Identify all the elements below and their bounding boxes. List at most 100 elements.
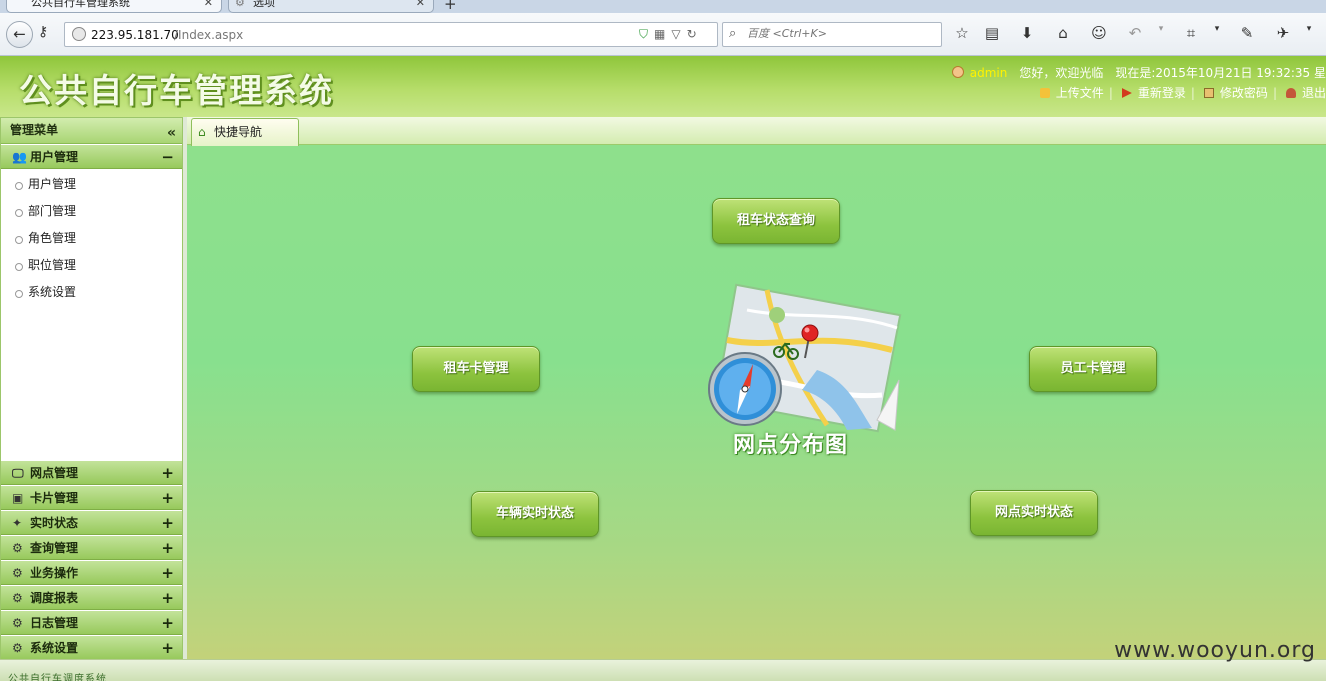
gear-icon: ⚙	[12, 566, 23, 580]
crop-menu-icon[interactable]: ▾	[1207, 24, 1227, 34]
sidebar-group-query-management[interactable]: ⚙ 查询管理 +	[1, 536, 182, 560]
chat-icon[interactable]: ☺	[1089, 24, 1109, 42]
home-icon[interactable]: ⌂	[1053, 24, 1073, 42]
app-title: 公共自行车管理系统	[19, 71, 334, 110]
station-map-label[interactable]: 网点分布图	[733, 427, 848, 459]
close-tab-icon[interactable]: ✕	[204, 0, 213, 11]
sidebar-group-log-management[interactable]: ⚙ 日志管理 +	[1, 611, 182, 635]
sidebar-item-role-management[interactable]: 角色管理	[1, 225, 182, 252]
download-icon[interactable]: ⬇	[1017, 24, 1037, 42]
address-bar[interactable]: 223.95.181.70 /Index.aspx ⛉▦▽↻	[64, 22, 718, 47]
dropdown-icon[interactable]: ▽	[671, 27, 686, 41]
play-icon	[1121, 88, 1132, 98]
globe-icon	[72, 27, 86, 41]
new-tab-button[interactable]: +	[444, 0, 457, 13]
back-button[interactable]: ←	[6, 21, 33, 48]
vehicle-realtime-status-button[interactable]: 车辆实时状态	[471, 491, 599, 537]
gear-icon: ⚙	[12, 541, 23, 555]
key-icon[interactable]: ⚷	[38, 24, 48, 40]
comment-icon[interactable]: ✎	[1237, 24, 1257, 42]
plus-icon[interactable]: +	[161, 486, 174, 510]
logout-icon	[1285, 88, 1296, 98]
sidebar-group-label: 业务操作	[30, 566, 79, 580]
upload-icon	[1039, 88, 1050, 98]
search-box[interactable]: ⌕	[722, 22, 942, 47]
plus-icon[interactable]: +	[161, 536, 174, 560]
plus-icon[interactable]: +	[161, 511, 174, 535]
sidebar-group-business-operations[interactable]: ⚙ 业务操作 +	[1, 561, 182, 585]
close-tab-icon[interactable]: ✕	[416, 0, 425, 11]
browser-tab-bar: 公共自行车管理系统 ✕ ⚙ 选项 ✕ +	[0, 0, 1326, 13]
current-datetime: 现在是:2015年10月21日 19:32:35 星	[1115, 66, 1326, 80]
gear-icon: ⚙	[235, 0, 245, 9]
plus-icon[interactable]: +	[161, 561, 174, 585]
menu-dropdown-icon[interactable]: ▾	[1299, 24, 1319, 34]
relogin-label: 重新登录	[1137, 86, 1186, 100]
station-realtime-status-button[interactable]: 网点实时状态	[970, 490, 1098, 536]
rental-status-query-button[interactable]: 租车状态查询	[712, 198, 840, 244]
sidebar-group-system-settings[interactable]: ⚙ 系统设置 +	[1, 636, 182, 660]
leaf-icon: ✦	[12, 516, 23, 530]
change-password-link[interactable]: 修改密码	[1202, 84, 1268, 101]
username: admin	[969, 66, 1008, 80]
sidebar-group-dispatch-reports[interactable]: ⚙ 调度报表 +	[1, 586, 182, 610]
logout-link[interactable]: 退出	[1284, 84, 1326, 101]
qr-code-icon[interactable]: ▦	[654, 27, 671, 41]
watermark: www.wooyun.org	[1114, 638, 1316, 663]
undo-icon[interactable]: ↶	[1125, 24, 1145, 42]
divider: |	[1108, 86, 1113, 100]
rental-card-management-button[interactable]: 租车卡管理	[412, 346, 540, 392]
gear-icon: ⚙	[12, 641, 23, 655]
header-links: 上传文件 | 重新登录 | 修改密码 | 退出	[1036, 84, 1326, 101]
sidebar-group-label: 实时状态	[30, 516, 79, 530]
change-password-label: 修改密码	[1219, 86, 1268, 100]
tab-quick-navigation[interactable]: ⌂ 快捷导航	[191, 118, 299, 146]
compass-icon	[708, 352, 782, 426]
reader-icon[interactable]: ▤	[982, 24, 1002, 42]
divider: |	[1190, 86, 1195, 100]
plus-icon[interactable]: +	[161, 636, 174, 660]
sidebar-item-user-management[interactable]: 用户管理	[1, 171, 182, 198]
sidebar-group-station-management[interactable]: 🖵 网点管理 +	[1, 461, 182, 485]
shield-icon[interactable]: ⛉	[639, 27, 654, 41]
footer-text: 公共自行车调度系统	[8, 674, 107, 681]
undo-menu-icon[interactable]: ▾	[1151, 24, 1171, 34]
plus-icon[interactable]: +	[161, 586, 174, 610]
sidebar-group-user-management[interactable]: 👥 用户管理 −	[1, 145, 182, 169]
browser-tab-active[interactable]: 公共自行车管理系统 ✕	[6, 0, 222, 13]
plus-icon[interactable]: +	[161, 461, 174, 485]
home-icon: ⌂	[198, 125, 206, 139]
app-header: 公共自行车管理系统 admin 您好，欢迎光临 现在是:2015年10月21日 19…	[0, 56, 1326, 117]
sidebar-group-label: 查询管理	[30, 541, 79, 555]
url-host: 223.95.181.70	[91, 28, 179, 42]
tab-label: 快捷导航	[214, 125, 263, 139]
sidebar-item-system-settings[interactable]: 系统设置	[1, 279, 182, 306]
sidebar-group-label: 网点管理	[30, 466, 79, 480]
collapse-icon[interactable]: «	[167, 121, 176, 146]
relogin-link[interactable]: 重新登录	[1120, 84, 1186, 101]
user-icon	[951, 66, 964, 78]
browser-tab-title: 公共自行车管理系统	[31, 0, 130, 9]
reload-icon[interactable]: ↻	[687, 27, 703, 41]
search-input[interactable]	[747, 27, 937, 40]
sidebar-title: 管理菜单 «	[1, 118, 182, 144]
crop-icon[interactable]: ⌗	[1181, 24, 1201, 42]
browser-nav-bar: ← ⚷ 223.95.181.70 /Index.aspx ⛉▦▽↻ ⌕ ☆ ▤…	[0, 13, 1326, 56]
welcome-text: 您好，欢迎光临	[1019, 66, 1104, 80]
staff-card-management-button[interactable]: 员工卡管理	[1029, 346, 1157, 392]
bookmark-star-icon[interactable]: ☆	[952, 24, 972, 42]
sidebar-title-label: 管理菜单	[10, 123, 59, 137]
plus-icon[interactable]: +	[161, 611, 174, 635]
sidebar-group-realtime-status[interactable]: ✦ 实时状态 +	[1, 511, 182, 535]
minus-icon[interactable]: −	[161, 145, 174, 169]
sidebar-group-card-management[interactable]: ▣ 卡片管理 +	[1, 486, 182, 510]
upload-file-link[interactable]: 上传文件	[1038, 84, 1104, 101]
sidebar-item-department-management[interactable]: 部门管理	[1, 198, 182, 225]
browser-tab-options[interactable]: ⚙ 选项 ✕	[228, 0, 434, 13]
browser-tab-title: 选项	[253, 0, 275, 9]
sidebar-group-label: 调度报表	[30, 591, 79, 605]
extension-icon[interactable]: ✈	[1273, 24, 1293, 42]
sidebar-item-position-management[interactable]: 职位管理	[1, 252, 182, 279]
url-path: /Index.aspx	[174, 28, 244, 42]
edit-icon	[1203, 88, 1214, 98]
